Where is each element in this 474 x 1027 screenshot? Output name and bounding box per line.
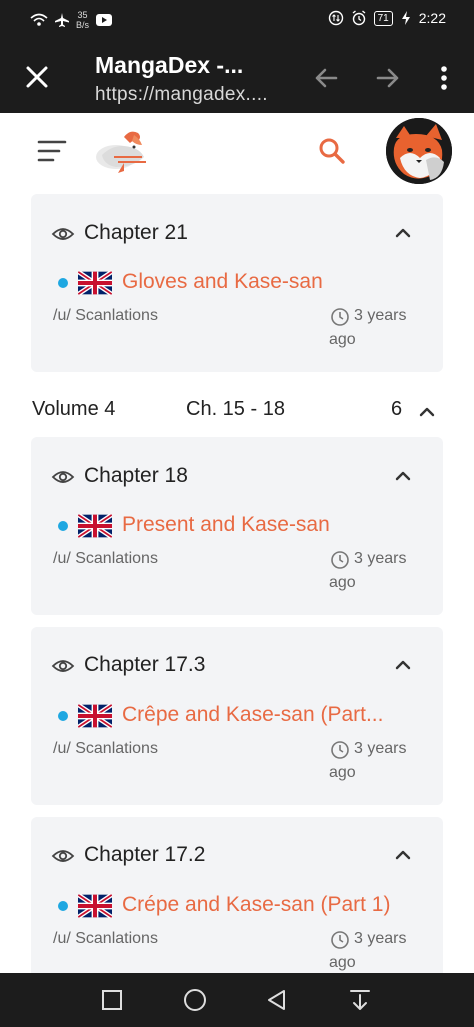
- uk-flag-icon: [78, 704, 112, 728]
- clock-icon: [331, 551, 349, 569]
- page: 35 B/s 71 2:22 MangaDex -... https://man…: [0, 0, 474, 1027]
- arrow-right-icon[interactable]: [374, 64, 402, 92]
- tab-url[interactable]: https://mangadex....: [95, 84, 268, 106]
- chapter-title-link[interactable]: Crêpe and Kase-san (Part...: [122, 703, 422, 727]
- eye-icon[interactable]: [51, 844, 75, 868]
- net-speed: 35 B/s: [76, 10, 89, 30]
- menu-icon[interactable]: [36, 139, 68, 163]
- more-vert-icon[interactable]: [436, 64, 452, 92]
- chapter-title-link[interactable]: Gloves and Kase-san: [122, 270, 422, 294]
- clock-icon: [331, 931, 349, 949]
- chapter-card[interactable]: Chapter 21 Gloves and Kase-san /u/ Scanl…: [31, 194, 443, 372]
- upload-time-suffix: ago: [329, 574, 356, 591]
- fox-avatar-image: [386, 118, 452, 184]
- upload-time: 3 years: [354, 930, 407, 947]
- mangadex-logo[interactable]: [94, 127, 150, 177]
- scanlation-group-link[interactable]: /u/ Scanlations: [53, 550, 158, 568]
- net-speed-unit: B/s: [76, 20, 90, 30]
- alarm-icon: [352, 10, 366, 26]
- charging-icon: [401, 11, 410, 25]
- arrow-left-icon[interactable]: [312, 64, 340, 92]
- chevron-up-icon[interactable]: [393, 466, 413, 486]
- net-speed-value: 35: [77, 10, 88, 20]
- upload-time-suffix: ago: [329, 331, 356, 348]
- chevron-up-icon[interactable]: [417, 402, 437, 422]
- upload-time: 3 years: [354, 550, 407, 567]
- search-icon[interactable]: [316, 135, 348, 167]
- status-right: 71 2:22: [328, 10, 446, 26]
- back-triangle-icon[interactable]: [265, 988, 289, 1012]
- home-circle-icon[interactable]: [183, 988, 207, 1012]
- volume-chapter-count: 6: [391, 398, 403, 420]
- chapter-number: Chapter 21: [84, 221, 188, 244]
- eye-icon[interactable]: [51, 465, 75, 489]
- unread-dot: [58, 901, 68, 911]
- youtube-icon: [96, 14, 113, 26]
- upload-time-suffix: ago: [329, 954, 356, 971]
- status-bar: 35 B/s 71 2:22: [0, 0, 474, 40]
- clock-time: 2:22: [418, 10, 446, 26]
- clock-icon: [331, 308, 349, 326]
- site-header: [0, 113, 474, 191]
- uk-flag-icon: [78, 514, 112, 538]
- eye-icon[interactable]: [51, 654, 75, 678]
- chapter-title-link[interactable]: Present and Kase-san: [122, 513, 422, 537]
- volume-header[interactable]: Volume 4 Ch. 15 - 18 6: [0, 396, 474, 426]
- chapter-number: Chapter 17.2: [84, 843, 206, 866]
- recents-square-icon[interactable]: [100, 988, 124, 1012]
- close-icon[interactable]: [22, 62, 52, 92]
- notification-pulldown-icon[interactable]: [348, 988, 372, 1012]
- data-saver-icon: [328, 10, 343, 26]
- volume-name: Volume 4: [32, 398, 116, 420]
- upload-time: 3 years: [354, 740, 407, 757]
- clock-icon: [331, 741, 349, 759]
- status-left: 35 B/s: [30, 10, 113, 30]
- airplane-icon: [55, 13, 69, 27]
- uk-flag-icon: [78, 271, 112, 295]
- chapter-number: Chapter 18: [84, 464, 188, 487]
- uk-flag-icon: [78, 894, 112, 918]
- unread-dot: [58, 521, 68, 531]
- chapter-card[interactable]: Chapter 18 Present and Kase-san /u/ Scan…: [31, 437, 443, 615]
- avatar[interactable]: [386, 118, 452, 184]
- chevron-up-icon[interactable]: [393, 223, 413, 243]
- unread-dot: [58, 711, 68, 721]
- upload-time: 3 years: [354, 307, 407, 324]
- scanlation-group-link[interactable]: /u/ Scanlations: [53, 740, 158, 758]
- wifi-icon: [30, 13, 48, 26]
- chapter-number: Chapter 17.3: [84, 653, 206, 676]
- browser-toolbar: MangaDex -... https://mangadex....: [0, 40, 474, 113]
- scanlation-group-link[interactable]: /u/ Scanlations: [53, 307, 158, 325]
- battery-indicator: 71: [373, 10, 393, 26]
- system-nav-bar: [0, 973, 474, 1027]
- eye-icon[interactable]: [51, 222, 75, 246]
- chapter-card[interactable]: Chapter 17.3 Crêpe and Kase-san (Part...…: [31, 627, 443, 805]
- volume-chapter-range: Ch. 15 - 18: [186, 398, 285, 420]
- unread-dot: [58, 278, 68, 288]
- tab-title: MangaDex -...: [95, 52, 244, 78]
- chevron-up-icon[interactable]: [393, 655, 413, 675]
- chapter-title-link[interactable]: Crépe and Kase-san (Part 1): [122, 893, 422, 917]
- scanlation-group-link[interactable]: /u/ Scanlations: [53, 930, 158, 948]
- chapter-card[interactable]: Chapter 17.2 Crépe and Kase-san (Part 1)…: [31, 817, 443, 995]
- upload-time-suffix: ago: [329, 764, 356, 781]
- chevron-up-icon[interactable]: [393, 845, 413, 865]
